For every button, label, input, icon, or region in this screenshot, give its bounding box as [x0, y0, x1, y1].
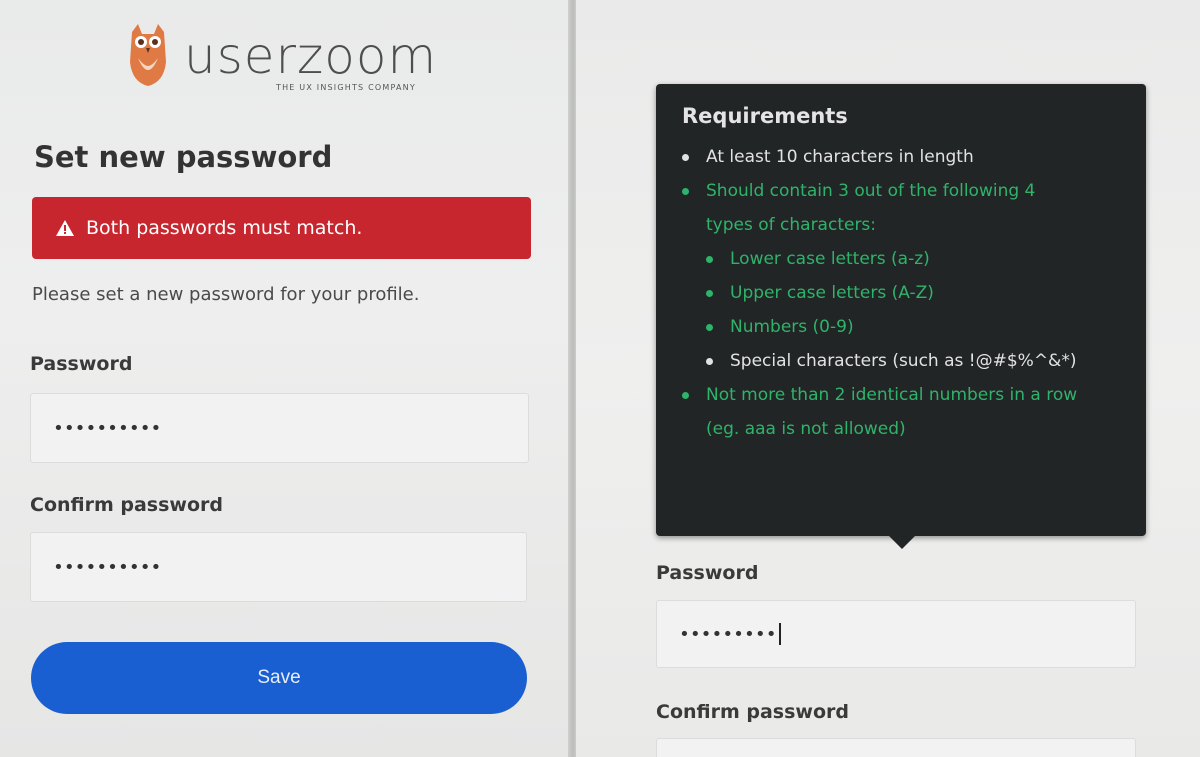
brand-tagline: THE UX INSIGHTS COMPANY — [276, 83, 416, 92]
password-input[interactable] — [53, 417, 528, 439]
owl-logo-icon — [130, 24, 166, 86]
right-confirm-password-field[interactable] — [656, 738, 1136, 757]
text-cursor — [778, 623, 781, 645]
brand-name: userzoom — [184, 27, 438, 85]
intro-text: Please set a new password for your profi… — [32, 284, 420, 305]
tooltip-arrow — [888, 535, 916, 549]
requirement-item: At least 10 characters in length — [682, 140, 1120, 174]
confirm-password-input[interactable] — [53, 556, 526, 578]
requirement-item: Should contain 3 out of the following 4 … — [682, 174, 1082, 242]
requirement-subitem: Special characters (such as !@#$%^&*) — [706, 344, 1120, 378]
password-field[interactable] — [30, 393, 529, 463]
right-password-field[interactable]: ••••••••• — [656, 600, 1136, 668]
warning-icon — [56, 220, 74, 236]
error-alert: Both passwords must match. — [32, 197, 531, 259]
userzoom-logo: userzoom THE UX INSIGHTS COMPANY — [128, 22, 448, 94]
alert-message: Both passwords must match. — [86, 217, 363, 239]
right-password-label: Password — [656, 562, 759, 584]
page-title: Set new password — [34, 140, 333, 174]
requirement-subitem: Lower case letters (a-z) — [706, 242, 1120, 276]
requirement-subitem: Numbers (0-9) — [706, 310, 1120, 344]
right-password-input[interactable]: ••••••••• — [679, 624, 777, 645]
requirement-subitem: Upper case letters (A-Z) — [706, 276, 1120, 310]
confirm-password-label: Confirm password — [30, 494, 224, 516]
right-confirm-password-label: Confirm password — [656, 701, 850, 723]
save-button[interactable]: Save — [31, 642, 527, 714]
confirm-password-field[interactable] — [30, 532, 527, 602]
left-panel: userzoom THE UX INSIGHTS COMPANY Set new… — [0, 0, 570, 757]
requirement-item: Not more than 2 identical numbers in a r… — [682, 378, 1102, 446]
requirements-title: Requirements — [682, 104, 848, 128]
requirements-tooltip: Requirements At least 10 characters in l… — [656, 84, 1146, 536]
password-label: Password — [30, 353, 133, 375]
